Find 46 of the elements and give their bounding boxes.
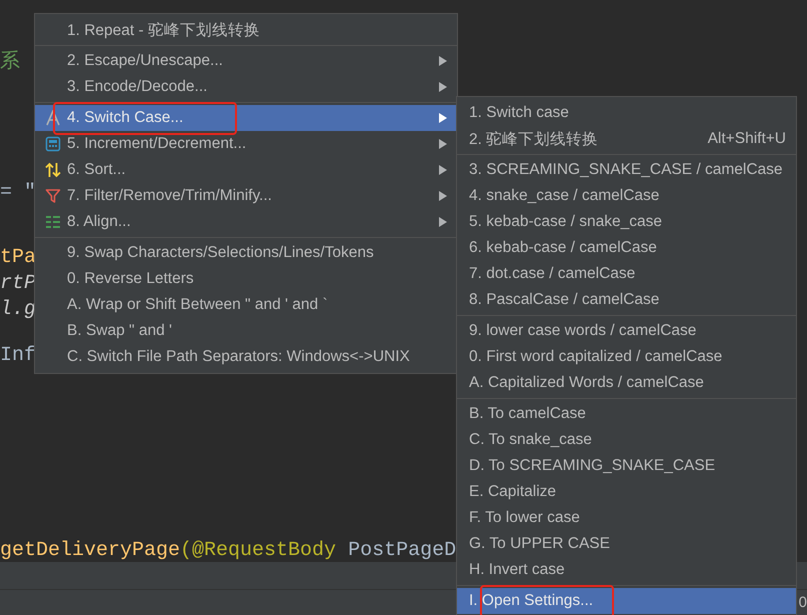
menu-item[interactable]: 3. SCREAMING_SNAKE_CASE / camelCase: [457, 157, 796, 183]
menu-item[interactable]: C. Switch File Path Separators: Windows<->UNIX: [35, 344, 457, 370]
menu-item[interactable]: 5. Increment/Decrement...: [35, 131, 457, 157]
funnel-icon: [45, 188, 61, 204]
code-text: PostPageD: [347, 540, 456, 562]
menu-item[interactable]: G. To UPPER CASE: [457, 531, 796, 557]
menu-item[interactable]: D. To SCREAMING_SNAKE_CASE: [457, 453, 796, 479]
letter-case-icon: [45, 110, 61, 126]
menu-item[interactable]: A. Capitalized Words / camelCase: [457, 370, 796, 396]
menu-item[interactable]: 4. snake_case / camelCase: [457, 183, 796, 209]
menu-item[interactable]: 9. Swap Characters/Selections/Lines/Tokens: [35, 240, 457, 266]
menu-item[interactable]: B. To camelCase: [457, 401, 796, 427]
menu-item[interactable]: 7. dot.case / camelCase: [457, 261, 796, 287]
code-text: Inf: [0, 345, 36, 367]
menu-item[interactable]: F. To lower case: [457, 505, 796, 531]
code-text: 系: [0, 52, 20, 74]
calculator-icon: [45, 136, 61, 152]
code-text: (@RequestBody: [180, 540, 336, 562]
menu-item[interactable]: C. To snake_case: [457, 427, 796, 453]
menu-item[interactable]: 2. Escape/Unescape...: [35, 48, 457, 74]
code-text: = ": [0, 182, 36, 204]
sort-arrows-icon: [45, 162, 61, 178]
menu-item[interactable]: 9. lower case words / camelCase: [457, 318, 796, 344]
menu-item[interactable]: 0. Reverse Letters: [35, 266, 457, 292]
menu-item[interactable]: 6. Sort...: [35, 157, 457, 183]
menu-item[interactable]: A. Wrap or Shift Between " and ' and `: [35, 292, 457, 318]
menu-item[interactable]: 1. Switch case: [457, 100, 796, 126]
status-text: 0: [798, 594, 807, 611]
align-icon: [45, 214, 61, 230]
menu-item[interactable]: 3. Encode/Decode...: [35, 74, 457, 100]
menu-item[interactable]: 0. First word capitalized / camelCase: [457, 344, 796, 370]
menu-item[interactable]: 8. PascalCase / camelCase: [457, 287, 796, 313]
menu-item[interactable]: I. Open Settings...: [457, 588, 796, 614]
menu-item[interactable]: 7. Filter/Remove/Trim/Minify...: [35, 183, 457, 209]
menu-item[interactable]: 6. kebab-case / camelCase: [457, 235, 796, 261]
shortcut-label: Alt+Shift+U: [708, 130, 786, 148]
menu-item[interactable]: 2. 驼峰下划线转换 Alt+Shift+U: [457, 126, 796, 152]
menu-item[interactable]: 1. Repeat - 驼峰下划线转换: [35, 17, 457, 43]
menu-item[interactable]: H. Invert case: [457, 557, 796, 583]
menu-item[interactable]: 5. kebab-case / snake_case: [457, 209, 796, 235]
menu-item[interactable]: B. Swap " and ': [35, 318, 457, 344]
code-text: tPa: [0, 247, 36, 269]
menu-item[interactable]: E. Capitalize: [457, 479, 796, 505]
code-text: getDeliveryPage: [0, 540, 180, 562]
code-text: l.g: [0, 299, 36, 321]
menu-item[interactable]: 8. Align...: [35, 209, 457, 235]
